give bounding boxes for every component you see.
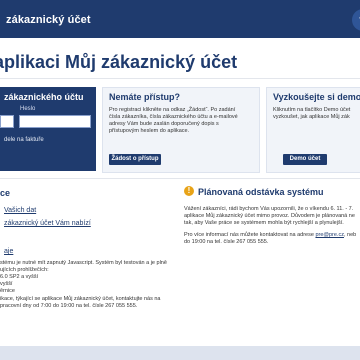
outage-text: Vážení zákazníci, rádi bychom Vás upozor… bbox=[184, 206, 360, 227]
features-link[interactable]: zákaznický účet Vám nabízí bbox=[4, 220, 91, 227]
request-access-button[interactable]: Žádost o přístup bbox=[109, 154, 161, 165]
divider bbox=[0, 78, 360, 79]
text-line: vyšší bbox=[0, 281, 13, 287]
footer bbox=[0, 346, 360, 360]
no-access-title: Nemáte přístup? bbox=[109, 92, 181, 102]
text-line: ikace, týkající se aplikace Můj zákaznic… bbox=[0, 296, 161, 302]
section-title: ce bbox=[0, 188, 11, 198]
demo-text: Kliknutím na tlačítko Demo účet vyzkouše… bbox=[273, 107, 350, 121]
text-line: Pro registraci klikněte na odkaz „Žádost… bbox=[109, 107, 236, 113]
left-section: ce Vašich dat zákaznický účet Vám nabízí… bbox=[0, 182, 176, 342]
contact-suffix: , neb bbox=[343, 232, 357, 238]
text-line: Vážení zákazníci, rádi bychom Vás upozor… bbox=[184, 206, 354, 212]
login-card: zákaznického účtu Heslo dele na faktuře bbox=[0, 87, 96, 171]
outage-title: Plánovaná odstávka systému bbox=[198, 187, 324, 197]
requirements-link[interactable]: aje bbox=[4, 248, 13, 255]
demo-card: Vyzkoušejte si demo ú Kliknutím na tlačí… bbox=[266, 87, 360, 173]
data-link[interactable]: Vašich dat bbox=[4, 207, 36, 214]
text-line: čísla zákazníka, čísla zákaznického účtu… bbox=[109, 114, 238, 120]
text-line: tak, aby Vaše práce se systémem mohla bý… bbox=[184, 220, 344, 226]
text-line: Pro více informací nás můžete kontaktova… bbox=[184, 232, 360, 239]
contact-prefix: Pro více informací nás můžete kontaktova… bbox=[184, 232, 314, 238]
login-title: zákaznického účtu bbox=[4, 92, 84, 102]
app-title: zákaznický účet bbox=[6, 14, 91, 26]
demo-title: Vyzkoušejte si demo ú bbox=[273, 92, 360, 102]
username-input[interactable] bbox=[0, 115, 14, 128]
no-access-text: Pro registraci klikněte na odkaz „Žádost… bbox=[109, 107, 238, 135]
password-input[interactable] bbox=[19, 115, 91, 128]
forgot-link[interactable]: dele na faktuře bbox=[4, 137, 44, 143]
text-line: pracovní dny od 7:00 do 19:00 na tel. čí… bbox=[0, 303, 138, 309]
text-line: stému je nutné mít zapnutý Javascript. S… bbox=[0, 260, 167, 266]
header-bar: zákaznický účet ? bbox=[0, 0, 360, 38]
outage-section: ! Plánovaná odstávka systému Vážení záka… bbox=[184, 182, 360, 342]
text-line: Kliknutím na tlačítko Demo účet bbox=[273, 107, 351, 113]
requirements-text: stému je nutné mít zapnutý Javascript. S… bbox=[0, 260, 167, 295]
text-line: adresy Vám bude zaslán doporučený dopis … bbox=[109, 121, 219, 127]
page-title: aplikaci Můj zákaznický účet bbox=[0, 52, 238, 72]
divider bbox=[0, 178, 360, 179]
warning-icon: ! bbox=[184, 186, 194, 196]
outage-contact: Pro více informací nás můžete kontaktova… bbox=[184, 232, 360, 246]
text-line: ěrnice bbox=[0, 288, 15, 294]
text-line: přístupovým heslem do aplikace. bbox=[109, 128, 190, 134]
demo-account-button[interactable]: Demo účet bbox=[283, 154, 327, 165]
no-access-card: Nemáte přístup? Pro registraci klikněte … bbox=[102, 87, 260, 173]
text-line: vyzkoušet, jak aplikace Můj zák bbox=[273, 114, 350, 120]
email-link[interactable]: pre@pre.cz bbox=[315, 232, 344, 238]
text-line: 6.0 SP2 a vyšší bbox=[0, 274, 39, 280]
text-line: aplikace Můj zákaznický účet mimo provoz… bbox=[184, 213, 355, 219]
password-label: Heslo bbox=[20, 106, 36, 112]
text-line: ujících prohlížečích: bbox=[0, 267, 49, 273]
text-line: do 19:00 na tel. čísle 267 055 555. bbox=[184, 239, 269, 245]
help-icon[interactable]: ? bbox=[352, 9, 360, 31]
contact-text: ikace, týkající se aplikace Můj zákaznic… bbox=[0, 296, 161, 310]
